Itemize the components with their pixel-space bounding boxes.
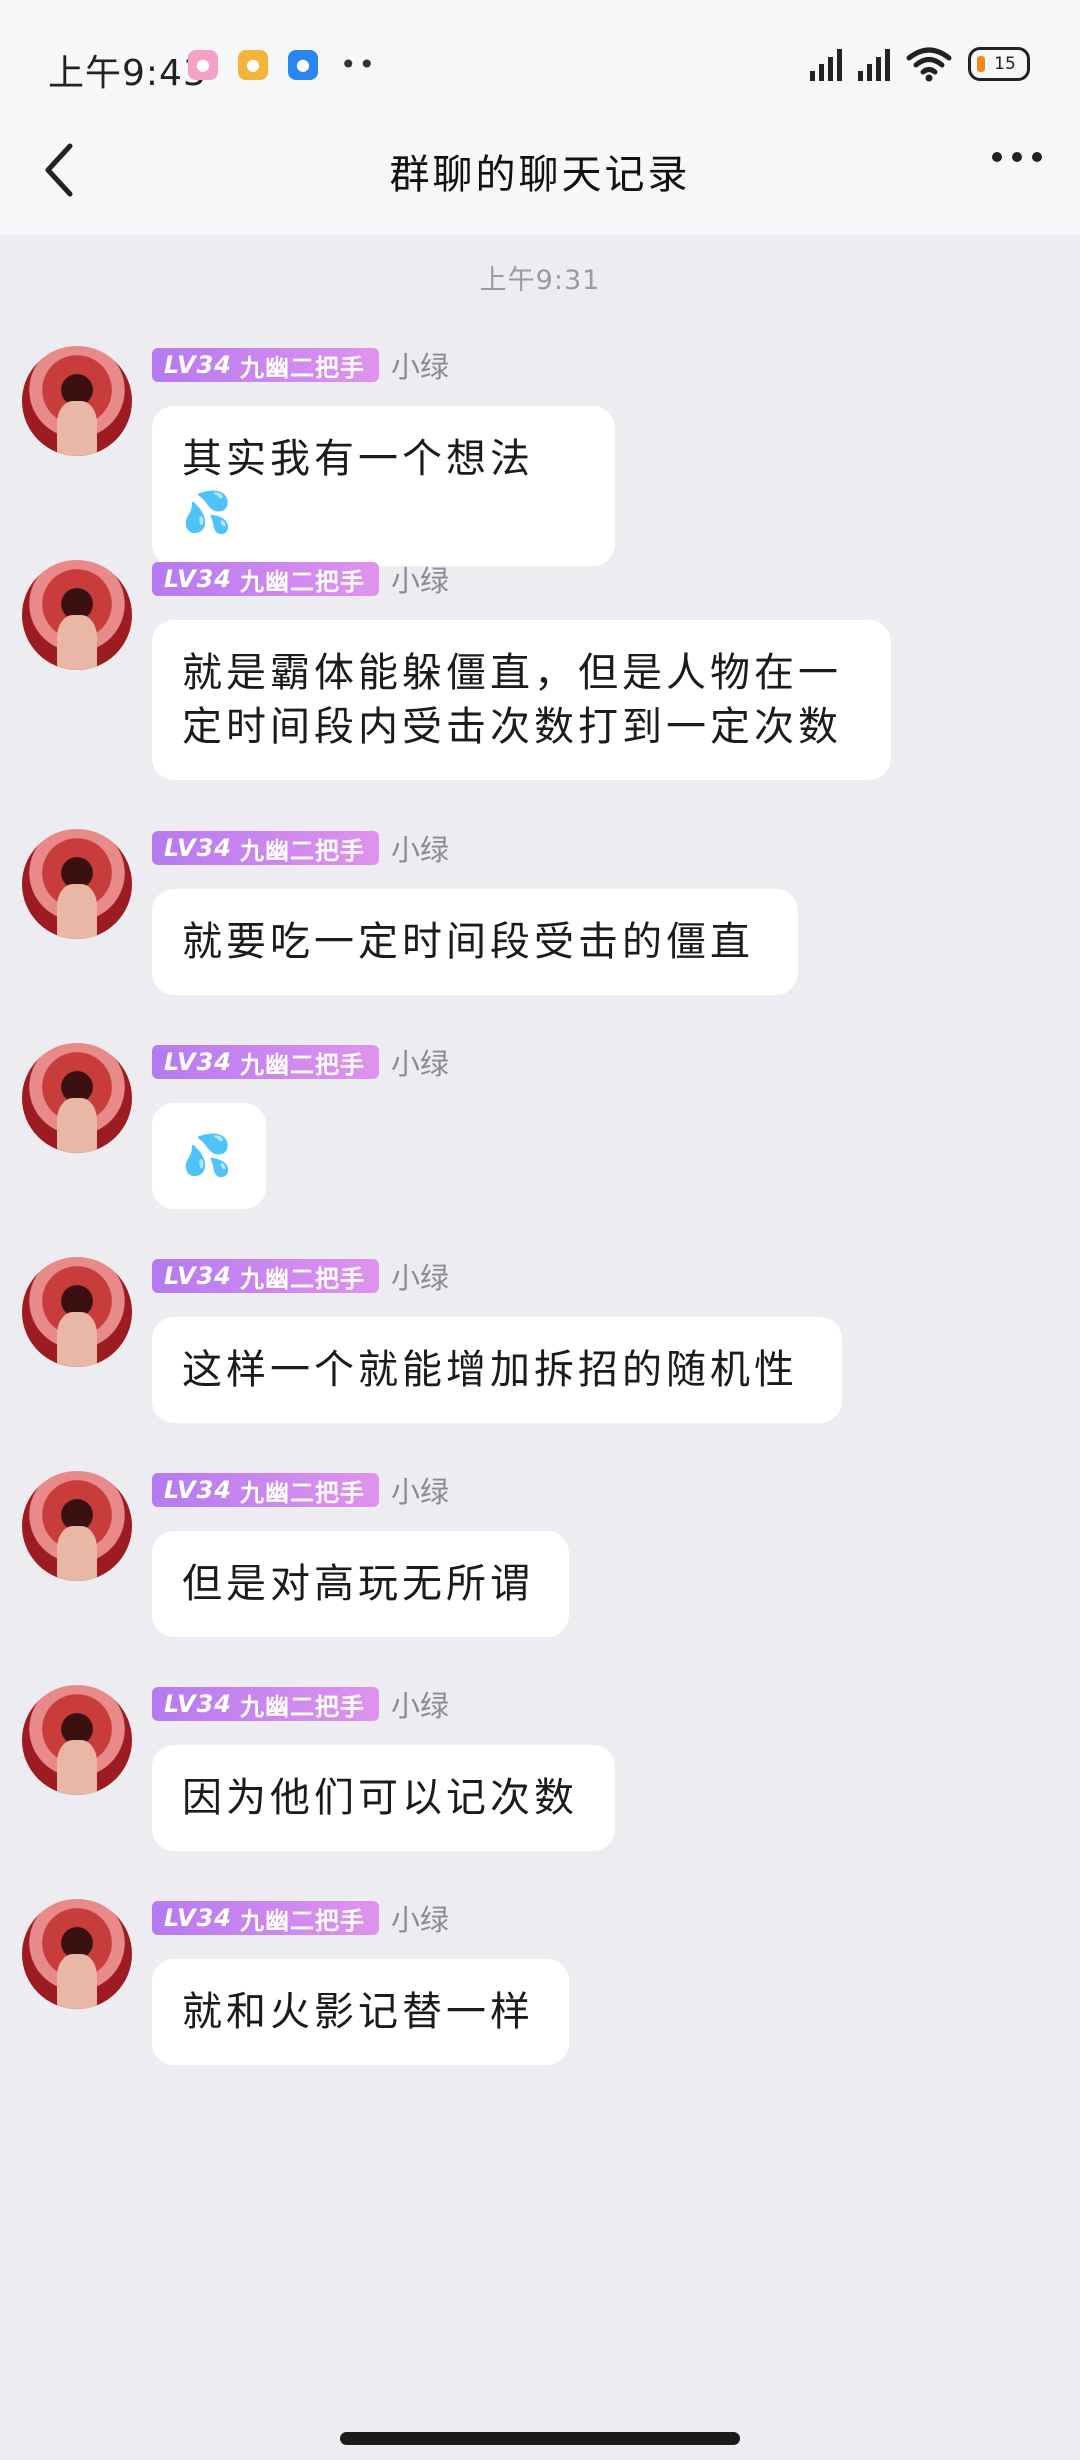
nav-bar: 群聊的聊天记录 [0, 110, 1080, 235]
sender-name[interactable]: 小绿 [391, 1897, 449, 1939]
battery-level: 15 [994, 54, 1016, 74]
home-indicator[interactable] [340, 2432, 740, 2445]
sender-name[interactable]: 小绿 [391, 827, 449, 869]
badge-title: 九幽二把手 [239, 1906, 365, 1935]
message-meta: LV34 九幽二把手 小绿 [152, 1041, 449, 1083]
sender-name[interactable]: 小绿 [391, 1255, 449, 1297]
message-meta: LV34 九幽二把手 小绿 [152, 558, 449, 600]
sender-name[interactable]: 小绿 [391, 344, 449, 386]
signal-icon-2 [858, 47, 890, 81]
info-app-icon: ● [288, 49, 318, 80]
more-options-icon[interactable] [992, 152, 1042, 162]
status-right: 15 [810, 46, 1030, 82]
more-notifications-indicator: •• [340, 48, 378, 81]
avatar[interactable] [22, 1043, 132, 1153]
badge-level: LV34 [164, 1476, 232, 1504]
badge-level: LV34 [164, 834, 232, 862]
message-bubble[interactable]: 因为他们可以记次数 [152, 1745, 615, 1851]
avatar[interactable] [22, 1899, 132, 2009]
badge-level: LV34 [164, 1690, 232, 1718]
message-bubble[interactable]: 💦 [152, 1103, 266, 1209]
avatar[interactable] [22, 1257, 132, 1367]
message-bubble[interactable]: 就和火影记替一样 [152, 1959, 569, 2065]
member-badge: LV34 九幽二把手 [152, 1687, 379, 1721]
message-meta: LV34 九幽二把手 小绿 [152, 344, 449, 386]
badge-level: LV34 [164, 565, 232, 593]
sender-name[interactable]: 小绿 [391, 1469, 449, 1511]
member-badge: LV34 九幽二把手 [152, 1259, 379, 1293]
badge-title: 九幽二把手 [239, 1692, 365, 1721]
message-bubble[interactable]: 但是对高玩无所谓 [152, 1531, 569, 1637]
sender-name[interactable]: 小绿 [391, 558, 449, 600]
signal-icon [810, 47, 842, 81]
avatar[interactable] [22, 1471, 132, 1581]
message-meta: LV34 九幽二把手 小绿 [152, 1683, 449, 1725]
sender-name[interactable]: 小绿 [391, 1041, 449, 1083]
message-meta: LV34 九幽二把手 小绿 [152, 1255, 449, 1297]
sender-name[interactable]: 小绿 [391, 1683, 449, 1725]
avatar[interactable] [22, 829, 132, 939]
badge-level: LV34 [164, 1904, 232, 1932]
avatar[interactable] [22, 1685, 132, 1795]
badge-title: 九幽二把手 [239, 1050, 365, 1079]
game-app-icon: ● [238, 49, 268, 80]
member-badge: LV34 九幽二把手 [152, 1045, 379, 1079]
status-time: 上午9:43 [48, 53, 207, 94]
page-title: 群聊的聊天记录 [389, 152, 691, 198]
badge-title: 九幽二把手 [239, 836, 365, 865]
message-bubble[interactable]: 这样一个就能增加拆招的随机性 [152, 1317, 842, 1423]
badge-level: LV34 [164, 1262, 232, 1290]
badge-title: 九幽二把手 [239, 1478, 365, 1507]
avatar[interactable] [22, 560, 132, 670]
badge-title: 九幽二把手 [239, 1264, 365, 1293]
member-badge: LV34 九幽二把手 [152, 562, 379, 596]
member-badge: LV34 九幽二把手 [152, 1473, 379, 1507]
member-badge: LV34 九幽二把手 [152, 1901, 379, 1935]
member-badge: LV34 九幽二把手 [152, 348, 379, 382]
wifi-icon [906, 47, 952, 82]
badge-level: LV34 [164, 1048, 232, 1076]
badge-title: 九幽二把手 [239, 353, 365, 382]
message-bubble[interactable]: 就要吃一定时间段受击的僵直 [152, 889, 798, 995]
badge-level: LV34 [164, 351, 232, 379]
battery-icon: 15 [968, 47, 1030, 81]
chat-timestamp: 上午9:31 [479, 265, 601, 296]
message-bubble[interactable]: 就是霸体能躲僵直，但是人物在一定时间段内受击次数打到一定次数 [152, 620, 891, 780]
cartoon-app-icon: ● [188, 49, 218, 80]
message-meta: LV34 九幽二把手 小绿 [152, 827, 449, 869]
member-badge: LV34 九幽二把手 [152, 831, 379, 865]
badge-title: 九幽二把手 [239, 567, 365, 596]
message-bubble[interactable]: 其实我有一个想法💦 [152, 406, 615, 566]
message-meta: LV34 九幽二把手 小绿 [152, 1469, 449, 1511]
avatar[interactable] [22, 346, 132, 456]
message-meta: LV34 九幽二把手 小绿 [152, 1897, 449, 1939]
notification-icons: ● ● ● •• [188, 48, 377, 81]
